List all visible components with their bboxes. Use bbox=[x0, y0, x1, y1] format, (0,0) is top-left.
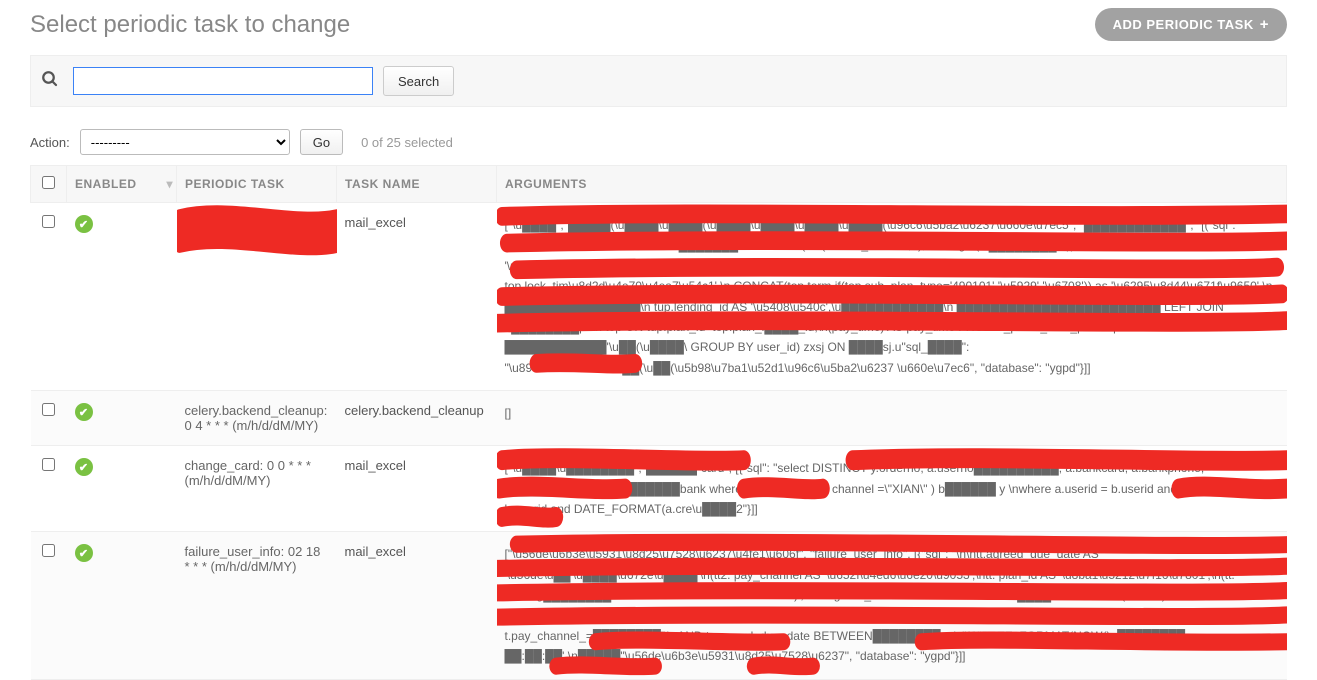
arguments-cell: ["\u56de\u6b3e\u5931\u8d25\u7528\u6237\u… bbox=[497, 532, 1287, 679]
arguments-text: [] bbox=[505, 406, 512, 420]
arguments-cell: [] bbox=[497, 391, 1287, 446]
arguments-text: ["\u56de\u6b3e\u5931\u8d25\u7528\u6237\u… bbox=[505, 547, 1235, 663]
col-enabled[interactable]: ENABLED▾ bbox=[67, 166, 177, 203]
col-periodic-task[interactable]: PERIODIC TASK bbox=[177, 166, 337, 203]
selection-count: 0 of 25 selected bbox=[361, 135, 453, 150]
periodic-task-cell[interactable]: ████████████: 45 8 * * * (m/h/d/dM/MY) bbox=[177, 203, 337, 391]
page-title: Select periodic task to change bbox=[30, 11, 350, 39]
search-bar: Search bbox=[30, 55, 1287, 107]
task-name-cell: celery.backend_cleanup bbox=[337, 391, 497, 446]
table-row: ✔ change_card: 0 0 * * * (m/h/d/dM/MY) mai… bbox=[31, 446, 1287, 532]
periodic-task-text: celery.backend_cleanup: 0 4 * * * (m/h/d… bbox=[185, 403, 328, 433]
select-all-checkbox[interactable] bbox=[42, 176, 55, 189]
periodic-task-text: ████████████: 45 8 * * * (m/h/d/dM/MY) bbox=[185, 215, 328, 245]
plus-icon: + bbox=[1260, 16, 1269, 33]
row-checkbox[interactable] bbox=[42, 215, 55, 228]
col-arguments[interactable]: ARGUMENTS bbox=[497, 166, 1287, 203]
periodic-task-cell[interactable]: failure_user_info: 02 18 * * * (m/h/d/dM… bbox=[177, 532, 337, 679]
add-button-label: ADD PERIODIC TASK bbox=[1113, 17, 1254, 32]
action-row: Action: --------- Go 0 of 25 selected bbox=[30, 125, 1287, 165]
arguments-text: ["\u████","█████(\u████\u████(\u████\u██… bbox=[505, 218, 1273, 375]
row-checkbox[interactable] bbox=[42, 544, 55, 557]
periodic-task-text: change_card: 0 0 * * * (m/h/d/dM/MY) bbox=[185, 458, 311, 488]
task-name-cell: mail_excel bbox=[337, 446, 497, 532]
action-select[interactable]: --------- bbox=[80, 129, 290, 155]
arguments-cell: ["\u████\u████████","██████-card", [{"sq… bbox=[497, 446, 1287, 532]
sort-arrow-icon: ▾ bbox=[167, 177, 174, 191]
enabled-icon: ✔ bbox=[75, 544, 93, 562]
periodic-task-cell[interactable]: change_card: 0 0 * * * (m/h/d/dM/MY) bbox=[177, 446, 337, 532]
table-row: ✔ celery.backend_cleanup: 0 4 * * * (m/h/… bbox=[31, 391, 1287, 446]
table-row: ✔ ████████████: 45 8 * * * (m/h/d/dM/MY) m… bbox=[31, 203, 1287, 391]
periodic-task-text: failure_user_info: 02 18 * * * (m/h/d/dM… bbox=[185, 544, 321, 574]
arguments-text: ["\u████\u████████","██████-card", [{"sq… bbox=[505, 461, 1236, 516]
table-row: ✔ failure_user_info: 02 18 * * * (m/h/d/d… bbox=[31, 532, 1287, 679]
search-button[interactable]: Search bbox=[383, 66, 454, 96]
task-name-cell: mail_excel bbox=[337, 532, 497, 679]
row-checkbox[interactable] bbox=[42, 458, 55, 471]
arguments-cell: ["\u████","█████(\u████\u████(\u████\u██… bbox=[497, 203, 1287, 391]
col-task-name[interactable]: TASK NAME bbox=[337, 166, 497, 203]
add-periodic-task-button[interactable]: ADD PERIODIC TASK + bbox=[1095, 8, 1287, 41]
periodic-task-table: ENABLED▾ PERIODIC TASK TASK NAME ARGUMEN… bbox=[30, 165, 1287, 680]
enabled-icon: ✔ bbox=[75, 458, 93, 476]
search-icon bbox=[41, 70, 59, 93]
enabled-icon: ✔ bbox=[75, 215, 93, 233]
enabled-icon: ✔ bbox=[75, 403, 93, 421]
row-checkbox[interactable] bbox=[42, 403, 55, 416]
action-label: Action: bbox=[30, 135, 70, 150]
go-button[interactable]: Go bbox=[300, 129, 343, 155]
search-input[interactable] bbox=[73, 67, 373, 95]
task-name-cell: mail_excel bbox=[337, 203, 497, 391]
periodic-task-cell[interactable]: celery.backend_cleanup: 0 4 * * * (m/h/d… bbox=[177, 391, 337, 446]
